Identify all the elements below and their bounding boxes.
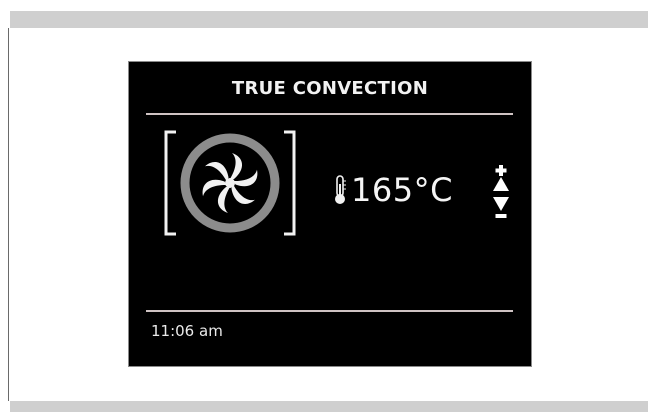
temperature-increase-icon xyxy=(493,165,509,191)
bottom-divider xyxy=(146,310,513,312)
temperature-decrease-button[interactable] xyxy=(490,195,512,223)
page: TRUE CONVECTION 165°C 11:06 am xyxy=(0,0,648,412)
temperature-value: 165°C xyxy=(351,171,453,209)
temperature-adjust xyxy=(490,165,512,225)
left-bracket xyxy=(164,130,176,236)
top-band xyxy=(10,11,648,28)
right-bracket xyxy=(284,130,296,236)
bottom-band xyxy=(10,401,648,412)
left-rule xyxy=(8,28,9,401)
temperature-readout: 165°C xyxy=(333,168,453,212)
temperature-increase-button[interactable] xyxy=(490,165,512,193)
thermometer-icon xyxy=(333,174,347,206)
temperature-decrease-icon xyxy=(493,197,509,218)
convection-fan-icon xyxy=(162,128,298,240)
mode-title: TRUE CONVECTION xyxy=(231,78,429,99)
oven-display: TRUE CONVECTION 165°C 11:06 am xyxy=(128,61,532,367)
top-divider xyxy=(146,113,513,115)
clock-time: 11:06 am xyxy=(151,322,223,340)
